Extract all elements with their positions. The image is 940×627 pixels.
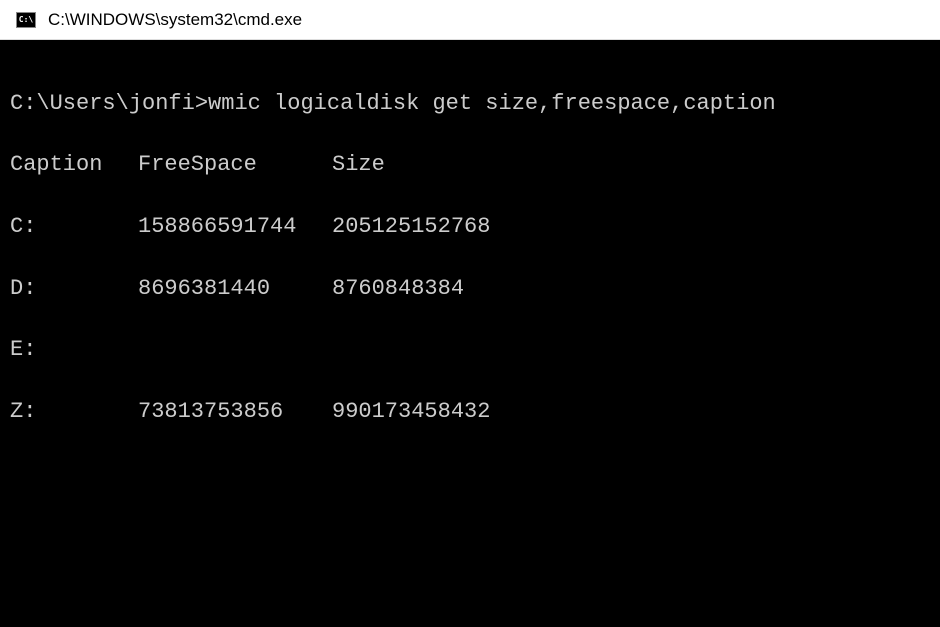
table-row: D:86963814408760848384	[10, 274, 930, 305]
header-freespace: FreeSpace	[138, 150, 332, 181]
cell-size: 8760848384	[332, 274, 464, 305]
cell-size: 990173458432	[332, 397, 490, 428]
cell-caption: E:	[10, 335, 138, 366]
cell-size: 205125152768	[332, 212, 490, 243]
table-row: E:	[10, 335, 930, 366]
table-row: Z:73813753856990173458432	[10, 397, 930, 428]
cell-freespace: 73813753856	[138, 397, 332, 428]
header-row: CaptionFreeSpaceSize	[10, 150, 930, 181]
titlebar[interactable]: C:\ C:\WINDOWS\system32\cmd.exe	[0, 0, 940, 40]
header-size: Size	[332, 150, 385, 181]
cmd-icon: C:\	[16, 12, 36, 28]
terminal-area[interactable]: C:\Users\jonfi>wmic logicaldisk get size…	[0, 40, 940, 627]
table-row: C:158866591744205125152768	[10, 212, 930, 243]
cell-caption: Z:	[10, 397, 138, 428]
cell-caption: C:	[10, 212, 138, 243]
cell-caption: D:	[10, 274, 138, 305]
command: wmic logicaldisk get size,freespace,capt…	[208, 91, 776, 116]
cmd-icon-label: C:\	[19, 16, 33, 24]
cell-freespace: 158866591744	[138, 212, 332, 243]
header-caption: Caption	[10, 150, 138, 181]
prompt: C:\Users\jonfi>	[10, 91, 208, 116]
prompt-line: C:\Users\jonfi>wmic logicaldisk get size…	[10, 89, 930, 120]
window-title: C:\WINDOWS\system32\cmd.exe	[48, 10, 302, 30]
cell-freespace: 8696381440	[138, 274, 332, 305]
